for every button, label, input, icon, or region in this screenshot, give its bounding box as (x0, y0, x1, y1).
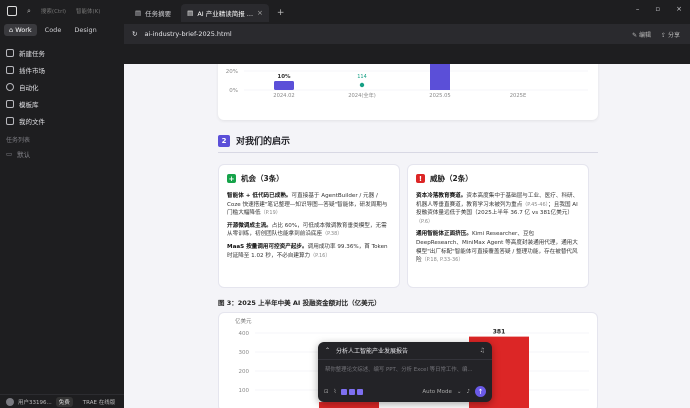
threats-heading: ! 威胁（2条） (416, 173, 580, 184)
composer-header[interactable]: ⌃ 分析人工智能产业发展报告 ♫ (318, 342, 492, 360)
refresh-icon[interactable]: ↻ (132, 30, 137, 38)
y-tick-label: 200 (239, 369, 250, 375)
task-list-heading: 任务列表 (6, 137, 31, 144)
opportunity-item: MaaS 按量调用可控资产起步。调用成功率 99.36%，首 Token 时延降… (227, 243, 388, 259)
folder-icon: ▭ (6, 150, 13, 158)
x-tick-label: 2025E (510, 93, 526, 99)
clip-icon[interactable]: ⌇ (334, 389, 337, 395)
close-window-icon[interactable]: × (676, 5, 682, 13)
window-chrome: ▤ 任务摘要 ▤ AI 产业精读简报 ... × + – ▫ × ↻ ai-indus… (124, 0, 690, 64)
task-group-default[interactable]: ▭ 默认 (0, 147, 124, 161)
composer-toolbar: ⊡ ⌇ Auto Mode ⌄ ♪ ↑ (324, 386, 486, 397)
user-bar[interactable]: 用户33196... 免费 TRAE 在线版 (0, 394, 124, 408)
edit-button[interactable]: ✎ 编辑 (632, 30, 651, 39)
tab-work[interactable]: ⌂ Work (4, 24, 37, 36)
sidebar-item-templates[interactable]: 模板库 (0, 95, 124, 112)
avatar[interactable] (6, 397, 14, 406)
address-actions: ✎ 编辑 ⇪ 分享 (632, 30, 680, 39)
search-icon[interactable]: ⌕ (27, 7, 31, 16)
section-number: 2 (218, 134, 230, 147)
doc-icon: ▤ (135, 9, 142, 17)
sidebar: ⌕ 搜索(Ctrl) 智能体(K) ⌂ Work Code Design 新建任… (0, 0, 124, 408)
x-tick-label: 2024.02 (273, 93, 294, 99)
attachment-icon[interactable]: ⊡ (324, 389, 329, 395)
sidebar-top: ⌕ 搜索(Ctrl) 智能体(K) (0, 0, 124, 22)
store-icon (6, 65, 14, 74)
sidebar-item-files[interactable]: 我的文件 (0, 112, 124, 129)
data-label: 381 (493, 329, 506, 336)
automation-icon (6, 82, 14, 91)
file-icon (6, 116, 14, 125)
brand-label: TRAE 在线版 (82, 399, 116, 406)
mode-tabs: ⌂ Work Code Design (0, 22, 124, 38)
skill-chips[interactable] (341, 388, 364, 395)
plus-icon (6, 48, 14, 57)
y-axis-label: 亿美元 (235, 317, 252, 325)
address-bar: ↻ ai-industry-brief-2025.html ✎ 编辑 ⇪ 分享 (124, 24, 690, 44)
threat-item: 通用智能体正面挤压。Kimi Researcher、豆包 DeepResearc… (416, 231, 578, 264)
threats-card: ! 威胁（2条） 资本冷落教育赛道。资本高度集中于基础层与工业、医疗、科研、机器人… (407, 164, 589, 288)
figure-caption: 图 3：2025 上半年中美 AI 投融资金额对比（亿美元） (218, 299, 381, 307)
template-icon (6, 99, 14, 108)
tab-bar: ▤ 任务摘要 ▤ AI 产业精读简报 ... × + – ▫ × (124, 0, 690, 22)
tab-design[interactable]: Design (69, 24, 101, 36)
alert-badge-icon: ! (416, 174, 425, 183)
threat-item: 资本冷落教育赛道。资本高度集中于基础层与工业、医疗、科研、机器人等垂直赛道，教育… (416, 193, 579, 225)
minimize-icon[interactable]: – (636, 5, 640, 13)
opportunities-card: + 机会（3条） 智能体 + 低代码已成熟。可直接基于 AgentBuilder … (218, 164, 400, 288)
opportunity-item: 开源微调成主流。占比 60%，可低成本微调教育垂类模型，无需从零训练，初创团队也… (227, 222, 387, 238)
sidebar-item-new-task[interactable]: 新建任务 (0, 44, 124, 61)
data-label: 114 (357, 74, 367, 80)
point (359, 82, 365, 88)
close-icon[interactable]: × (257, 9, 263, 17)
sidebar-nav: 新建任务 插件市场 自动化 模板库 我的文件 (0, 44, 124, 129)
x-tick-label: 2025.05 (429, 93, 450, 99)
section-divider (218, 152, 598, 153)
trae-logo-icon (7, 6, 17, 16)
tab-task-summary[interactable]: ▤ 任务摘要 (129, 4, 177, 22)
top-chart-card: 20% 0% 2024.02 2024(全年) 2025.05 2025E 10% 114 (218, 64, 598, 120)
maximize-icon[interactable]: ▫ (655, 5, 660, 13)
section-title: 对我们的启示 (236, 137, 291, 147)
y-tick-label: 100 (239, 388, 250, 394)
bar (430, 64, 450, 90)
plus-badge-icon: + (227, 174, 236, 183)
sidebar-item-plugins[interactable]: 插件市场 (0, 61, 124, 78)
search-hint[interactable]: 搜索(Ctrl) (41, 7, 66, 15)
bar (319, 402, 379, 408)
window-controls: – ▫ × (636, 5, 682, 13)
composer-task-title: 分析人工智能产业发展报告 (336, 348, 409, 355)
doc-icon: ▤ (187, 9, 194, 17)
user-name: 用户33196... (18, 399, 52, 406)
agent-hint[interactable]: 智能体(K) (76, 7, 100, 15)
collapse-icon[interactable]: ⌃ (325, 347, 330, 354)
mode-select[interactable]: Auto Mode (422, 389, 452, 395)
tab-code[interactable]: Code (40, 24, 67, 36)
opportunities-heading: + 机会（3条） (227, 174, 284, 183)
sidebar-item-automation[interactable]: 自动化 (0, 78, 124, 95)
plan-badge: 免费 (55, 396, 73, 407)
data-label: 10% (277, 74, 291, 80)
section-heading: 2 对我们的启示 (218, 134, 290, 147)
share-button[interactable]: ⇪ 分享 (661, 30, 680, 39)
y-tick-label: 20% (226, 69, 238, 75)
url-text[interactable]: ai-industry-brief-2025.html (144, 30, 231, 38)
bar (274, 81, 294, 90)
microphone-icon[interactable]: ♪ (466, 389, 470, 395)
tab-ai-brief[interactable]: ▤ AI 产业精读简报 ... × (181, 4, 269, 22)
chat-composer: ⌃ 分析人工智能产业发展报告 ♫ 帮你整理论文综述、编写 PPT、分析 Exce… (318, 342, 492, 402)
composer-input[interactable]: 帮你整理论文综述、编写 PPT、分析 Excel 等日常工作、编... (318, 360, 492, 378)
x-tick-label: 2024(全年) (348, 91, 376, 99)
top-chart: 20% 0% 2024.02 2024(全年) 2025.05 2025E 10% 114 (226, 64, 588, 99)
send-button[interactable]: ↑ (475, 386, 486, 397)
chevron-down-icon[interactable]: ⌄ (457, 389, 462, 395)
y-tick-label: 0% (229, 88, 238, 94)
opportunity-item: 智能体 + 低代码已成熟。可直接基于 AgentBuilder / 元器 / C… (227, 193, 388, 217)
notification-icon[interactable]: ♫ (480, 347, 485, 354)
y-tick-label: 400 (239, 331, 250, 337)
y-tick-label: 300 (239, 350, 250, 356)
new-tab-button[interactable]: + (273, 4, 289, 22)
